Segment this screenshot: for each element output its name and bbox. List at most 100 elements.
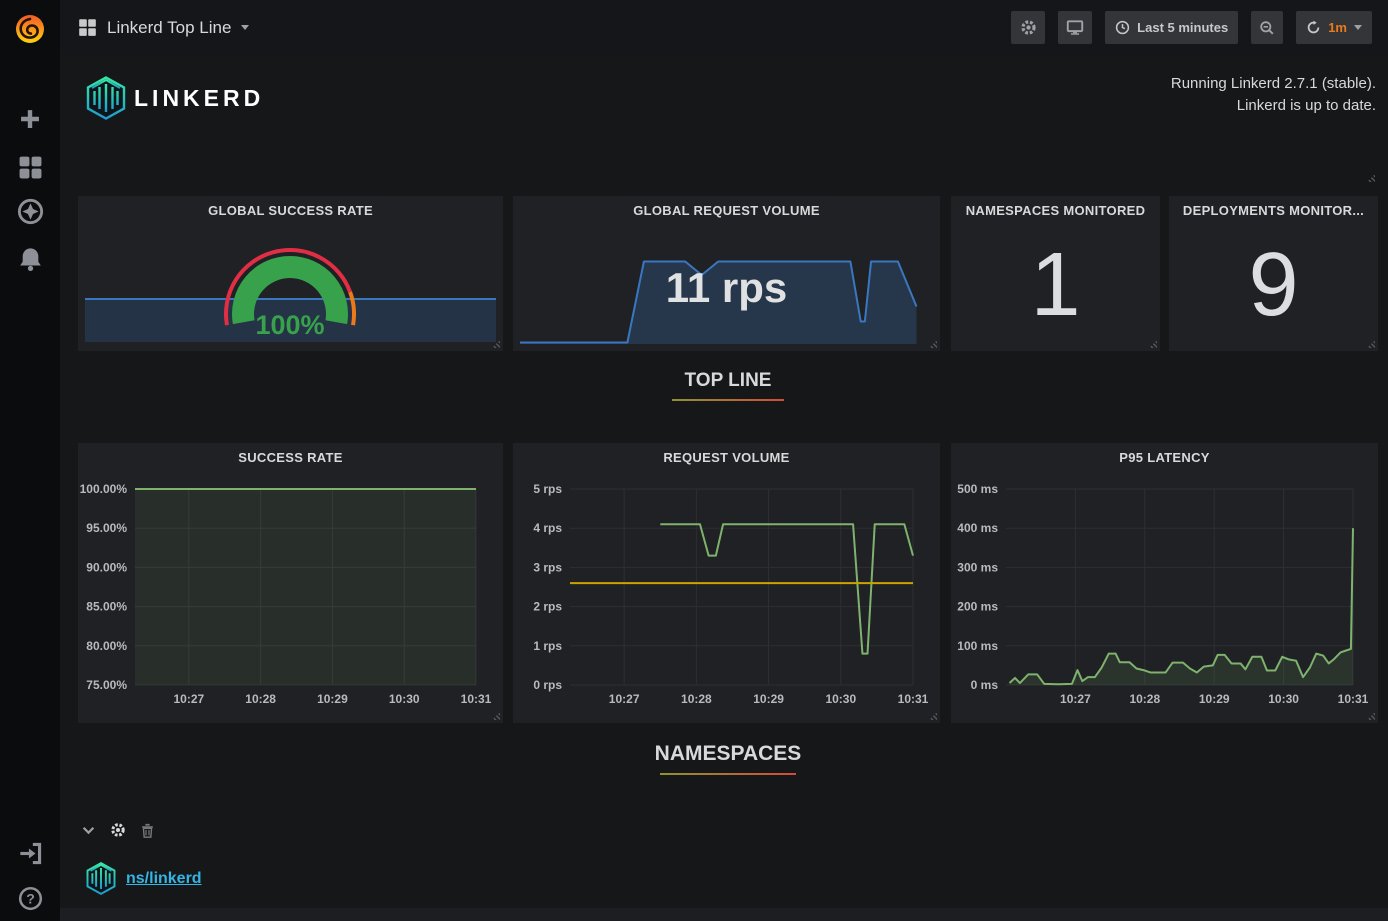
y-axis-tick-label: 90.00% — [86, 560, 127, 574]
linkerd-header-panel: LINKERD Running Linkerd 2.7.1 (stable). … — [78, 60, 1378, 185]
x-axis-tick-label: 10:29 — [1199, 692, 1230, 706]
clock-icon — [1115, 20, 1130, 35]
p95-latency-chart[interactable]: 10:2710:2810:2910:3010:31500 ms400 ms300… — [951, 443, 1378, 723]
x-axis-tick-label: 10:27 — [173, 692, 204, 706]
y-axis-tick-label: 5 rps — [533, 482, 562, 496]
linkerd-logo-icon — [86, 76, 126, 120]
x-axis-tick-label: 10:28 — [681, 692, 712, 706]
section-underline — [672, 399, 784, 401]
x-axis-tick-label: 10:31 — [1338, 692, 1369, 706]
y-axis-tick-label: 1 rps — [533, 639, 562, 653]
linkerd-status-text: Running Linkerd 2.7.1 (stable). Linkerd … — [1171, 73, 1376, 117]
refresh-interval-label: 1m — [1328, 20, 1347, 35]
sidebar-item-sign-in[interactable] — [0, 840, 60, 866]
y-axis-tick-label: 100 ms — [957, 639, 998, 653]
panel-resize-handle[interactable] — [1367, 340, 1375, 348]
request-volume-chart[interactable]: 10:2710:2810:2910:3010:315 rps4 rps3 rps… — [513, 443, 940, 723]
navbar-actions: Last 5 minutes 1m — [1011, 11, 1372, 44]
stat-value: 11 rps — [513, 264, 940, 312]
y-axis-tick-label: 80.00% — [86, 639, 127, 653]
panel-resize-handle[interactable] — [1149, 340, 1157, 348]
y-axis-tick-label: 200 ms — [957, 600, 998, 614]
x-axis-tick-label: 10:28 — [1129, 692, 1160, 706]
global-success-rate-panel: GLOBAL SUCCESS RATE 100% — [78, 196, 503, 351]
namespaces-monitored-panel: NAMESPACES MONITORED 1 — [951, 196, 1160, 351]
x-axis-tick-label: 10:29 — [753, 692, 784, 706]
y-axis-tick-label: 0 rps — [533, 678, 562, 692]
x-axis-tick-label: 10:27 — [609, 692, 640, 706]
dashboard-settings-button[interactable] — [1011, 11, 1045, 44]
dashboard-title-button[interactable]: Linkerd Top Line — [78, 0, 249, 55]
row-delete-trash-icon[interactable] — [141, 823, 154, 838]
x-axis-tick-label: 10:29 — [317, 692, 348, 706]
grafana-logo-icon[interactable] — [0, 8, 60, 48]
panel-resize-handle[interactable] — [1367, 174, 1375, 182]
tv-mode-button[interactable] — [1058, 11, 1092, 44]
y-axis-tick-label: 85.00% — [86, 600, 127, 614]
panel-title[interactable]: P95 LATENCY — [951, 450, 1378, 465]
y-axis-tick-label: 100.00% — [80, 482, 128, 496]
next-panel-edge — [60, 908, 1388, 921]
namespace-link[interactable]: ns/linkerd — [126, 870, 202, 888]
dashboard-picker-icon — [78, 18, 97, 37]
section-top-line: TOP LINE — [78, 370, 1378, 401]
linkerd-logo-icon — [86, 862, 116, 895]
status-line-2: Linkerd is up to date. — [1171, 95, 1376, 117]
plus-icon — [19, 108, 41, 130]
x-axis-tick-label: 10:31 — [461, 692, 492, 706]
help-circle-icon: ? — [18, 886, 43, 911]
refresh-picker[interactable]: 1m — [1296, 11, 1372, 44]
row-collapse-chevron-icon[interactable] — [82, 826, 95, 835]
series-line-requests — [660, 524, 913, 653]
sidebar-item-create[interactable] — [0, 106, 60, 132]
x-axis-tick-label: 10:28 — [245, 692, 276, 706]
section-title: TOP LINE — [685, 370, 772, 392]
zoom-out-button[interactable] — [1251, 11, 1283, 44]
gauge-value: 100% — [255, 310, 324, 340]
series-fill — [135, 489, 476, 685]
magnifier-minus-icon — [1259, 20, 1275, 36]
global-request-volume-panel: GLOBAL REQUEST VOLUME 11 rps — [513, 196, 940, 351]
dashboards-grid-icon — [18, 155, 43, 180]
x-axis-tick-label: 10:30 — [1268, 692, 1299, 706]
sidebar-item-dashboards[interactable] — [0, 153, 60, 181]
y-axis-tick-label: 400 ms — [957, 521, 998, 535]
bell-icon — [18, 245, 43, 272]
sidebar-item-help[interactable]: ? — [0, 885, 60, 911]
y-axis-tick-label: 4 rps — [533, 521, 562, 535]
chevron-down-icon — [241, 25, 249, 30]
success-rate-gauge: 100% — [78, 196, 503, 351]
time-range-picker[interactable]: Last 5 minutes — [1105, 11, 1238, 44]
row-settings-gear-icon[interactable] — [110, 822, 126, 838]
refresh-icon — [1306, 20, 1321, 35]
y-axis-tick-label: 500 ms — [957, 482, 998, 496]
y-axis-tick-label: 75.00% — [86, 678, 127, 692]
section-underline — [660, 773, 796, 775]
success-rate-chart[interactable]: 10:2710:2810:2910:3010:31100.00%95.00%90… — [78, 443, 503, 723]
y-axis-tick-label: 2 rps — [533, 600, 562, 614]
sidebar-item-explore[interactable] — [0, 197, 60, 225]
request-volume-chart-panel: REQUEST VOLUME 10:2710:2810:2910:3010:31… — [513, 443, 940, 723]
panel-title[interactable]: SUCCESS RATE — [78, 450, 503, 465]
explore-compass-icon — [17, 198, 44, 225]
panel-title[interactable]: NAMESPACES MONITORED — [951, 203, 1160, 218]
y-axis-tick-label: 95.00% — [86, 521, 127, 535]
y-axis-tick-label: 3 rps — [533, 560, 562, 574]
namespace-list-item: ns/linkerd — [86, 862, 202, 895]
page-title: Linkerd Top Line — [107, 18, 231, 38]
grafana-logo — [12, 10, 48, 46]
panel-title[interactable]: DEPLOYMENTS MONITOR... — [1169, 203, 1378, 218]
status-line-1: Running Linkerd 2.7.1 (stable). — [1171, 73, 1376, 95]
panel-title[interactable]: GLOBAL REQUEST VOLUME — [513, 203, 940, 218]
linkerd-logo-wrap: LINKERD — [86, 76, 264, 120]
section-namespaces: NAMESPACES — [78, 742, 1378, 775]
y-axis-tick-label: 0 ms — [971, 678, 999, 692]
top-navbar: Linkerd Top Line — [60, 0, 1388, 55]
x-axis-tick-label: 10:27 — [1060, 692, 1091, 706]
sidebar-item-alerting[interactable] — [0, 244, 60, 272]
panel-title[interactable]: GLOBAL SUCCESS RATE — [78, 203, 503, 218]
p95-latency-chart-panel: P95 LATENCY 10:27 10:28 10:29 10:30 10:31 500… — [951, 443, 1378, 723]
grafana-dashboard: ? Linkerd Top Line — [0, 0, 1388, 921]
x-axis-tick-label: 10:30 — [825, 692, 856, 706]
panel-title[interactable]: REQUEST VOLUME — [513, 450, 940, 465]
